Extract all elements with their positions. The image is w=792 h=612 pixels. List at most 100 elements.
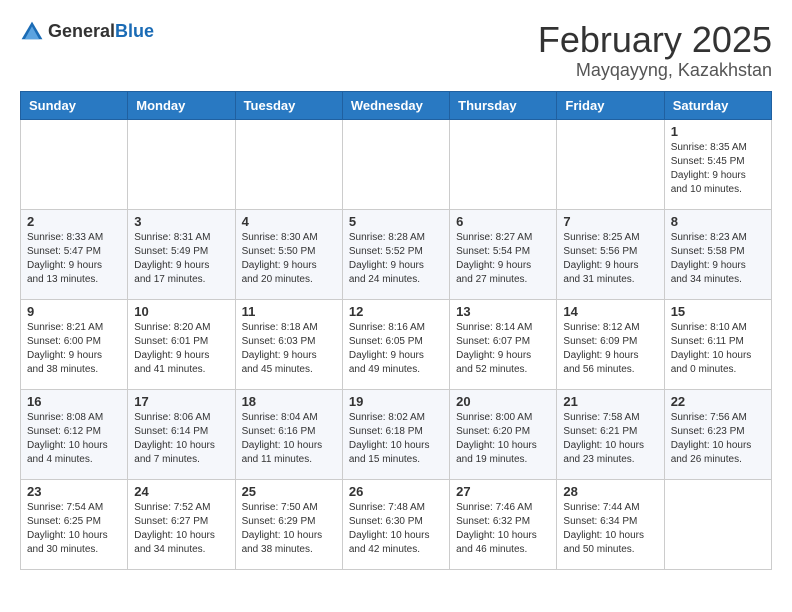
calendar-cell: 22 Sunrise: 7:56 AM Sunset: 6:23 PM Dayli… <box>664 389 771 479</box>
day-number: 25 <box>242 484 336 499</box>
calendar-cell: 26Sunrise: 7:48 AM Sunset: 6:30 PM Dayli… <box>342 479 449 569</box>
day-number: 28 <box>563 484 657 499</box>
calendar-cell: 9Sunrise: 8:21 AM Sunset: 6:00 PM Daylig… <box>21 299 128 389</box>
day-info: Sunrise: 8:21 AM Sunset: 6:00 PM Dayligh… <box>27 321 121 377</box>
page-header: GeneralBlue February 2025 Mayqayyng, Kaz… <box>20 20 772 81</box>
day-info: Sunrise: 7:58 AM Sunset: 6:21 PM Dayligh… <box>563 411 657 467</box>
day-info: Sunrise: 8:00 AM Sunset: 6:20 PM Dayligh… <box>456 411 550 467</box>
day-info: Sunrise: 7:50 AM Sunset: 6:29 PM Dayligh… <box>242 501 336 557</box>
calendar-cell: 11 Sunrise: 8:18 AM Sunset: 6:03 PM Dayli… <box>235 299 342 389</box>
day-number: 22 <box>671 394 765 409</box>
calendar-cell: 8 Sunrise: 8:23 AM Sunset: 5:58 PM Daylig… <box>664 209 771 299</box>
weekday-header-thursday: Thursday <box>450 91 557 119</box>
day-info: Sunrise: 8:10 AM Sunset: 6:11 PM Dayligh… <box>671 321 765 377</box>
day-number: 6 <box>456 214 550 229</box>
calendar-week-2: 2 Sunrise: 8:33 AM Sunset: 5:47 PM Daylig… <box>21 209 772 299</box>
logo-blue: Blue <box>115 21 154 41</box>
day-info: Sunrise: 8:31 AM Sunset: 5:49 PM Dayligh… <box>134 231 228 287</box>
calendar-cell: 1 Sunrise: 8:35 AM Sunset: 5:45 PM Daylig… <box>664 119 771 209</box>
calendar-cell: 18Sunrise: 8:04 AM Sunset: 6:16 PM Dayli… <box>235 389 342 479</box>
day-number: 23 <box>27 484 121 499</box>
day-number: 3 <box>134 214 228 229</box>
calendar-cell <box>450 119 557 209</box>
day-info: Sunrise: 7:46 AM Sunset: 6:32 PM Dayligh… <box>456 501 550 557</box>
calendar-cell: 4 Sunrise: 8:30 AM Sunset: 5:50 PM Daylig… <box>235 209 342 299</box>
calendar-cell <box>128 119 235 209</box>
calendar-cell: 13Sunrise: 8:14 AM Sunset: 6:07 PM Dayli… <box>450 299 557 389</box>
calendar-cell: 23 Sunrise: 7:54 AM Sunset: 6:25 PM Dayli… <box>21 479 128 569</box>
calendar-cell: 3 Sunrise: 8:31 AM Sunset: 5:49 PM Daylig… <box>128 209 235 299</box>
day-info: Sunrise: 8:04 AM Sunset: 6:16 PM Dayligh… <box>242 411 336 467</box>
day-number: 10 <box>134 304 228 319</box>
calendar-cell: 19Sunrise: 8:02 AM Sunset: 6:18 PM Dayli… <box>342 389 449 479</box>
day-info: Sunrise: 8:02 AM Sunset: 6:18 PM Dayligh… <box>349 411 443 467</box>
day-number: 26 <box>349 484 443 499</box>
weekday-header-saturday: Saturday <box>664 91 771 119</box>
day-number: 5 <box>349 214 443 229</box>
calendar-cell: 12Sunrise: 8:16 AM Sunset: 6:05 PM Dayli… <box>342 299 449 389</box>
day-info: Sunrise: 8:28 AM Sunset: 5:52 PM Dayligh… <box>349 231 443 287</box>
day-number: 1 <box>671 124 765 139</box>
calendar-cell: 17Sunrise: 8:06 AM Sunset: 6:14 PM Dayli… <box>128 389 235 479</box>
day-number: 27 <box>456 484 550 499</box>
day-number: 2 <box>27 214 121 229</box>
logo-icon <box>20 20 44 44</box>
logo-general: General <box>48 21 115 41</box>
calendar-cell: 24 Sunrise: 7:52 AM Sunset: 6:27 PM Dayli… <box>128 479 235 569</box>
day-info: Sunrise: 8:06 AM Sunset: 6:14 PM Dayligh… <box>134 411 228 467</box>
day-info: Sunrise: 8:33 AM Sunset: 5:47 PM Dayligh… <box>27 231 121 287</box>
location-title: Mayqayyng, Kazakhstan <box>538 60 772 81</box>
calendar-cell <box>557 119 664 209</box>
day-info: Sunrise: 7:44 AM Sunset: 6:34 PM Dayligh… <box>563 501 657 557</box>
day-number: 21 <box>563 394 657 409</box>
logo: GeneralBlue <box>20 20 154 44</box>
day-info: Sunrise: 8:30 AM Sunset: 5:50 PM Dayligh… <box>242 231 336 287</box>
day-info: Sunrise: 8:12 AM Sunset: 6:09 PM Dayligh… <box>563 321 657 377</box>
day-number: 8 <box>671 214 765 229</box>
title-block: February 2025 Mayqayyng, Kazakhstan <box>538 20 772 81</box>
calendar-cell: 27 Sunrise: 7:46 AM Sunset: 6:32 PM Dayli… <box>450 479 557 569</box>
calendar-cell: 25 Sunrise: 7:50 AM Sunset: 6:29 PM Dayli… <box>235 479 342 569</box>
day-info: Sunrise: 7:56 AM Sunset: 6:23 PM Dayligh… <box>671 411 765 467</box>
calendar-cell <box>235 119 342 209</box>
day-info: Sunrise: 8:18 AM Sunset: 6:03 PM Dayligh… <box>242 321 336 377</box>
calendar-cell: 16 Sunrise: 8:08 AM Sunset: 6:12 PM Dayli… <box>21 389 128 479</box>
month-title: February 2025 <box>538 20 772 60</box>
calendar-cell: 10Sunrise: 8:20 AM Sunset: 6:01 PM Dayli… <box>128 299 235 389</box>
day-number: 4 <box>242 214 336 229</box>
day-info: Sunrise: 8:25 AM Sunset: 5:56 PM Dayligh… <box>563 231 657 287</box>
day-info: Sunrise: 8:27 AM Sunset: 5:54 PM Dayligh… <box>456 231 550 287</box>
calendar-cell: 6 Sunrise: 8:27 AM Sunset: 5:54 PM Daylig… <box>450 209 557 299</box>
calendar-cell: 7 Sunrise: 8:25 AM Sunset: 5:56 PM Daylig… <box>557 209 664 299</box>
day-number: 12 <box>349 304 443 319</box>
weekday-header-monday: Monday <box>128 91 235 119</box>
calendar-week-1: 1 Sunrise: 8:35 AM Sunset: 5:45 PM Daylig… <box>21 119 772 209</box>
day-info: Sunrise: 7:54 AM Sunset: 6:25 PM Dayligh… <box>27 501 121 557</box>
weekday-header-tuesday: Tuesday <box>235 91 342 119</box>
calendar-cell: 5 Sunrise: 8:28 AM Sunset: 5:52 PM Daylig… <box>342 209 449 299</box>
calendar-table: SundayMondayTuesdayWednesdayThursdayFrid… <box>20 91 772 570</box>
day-info: Sunrise: 8:14 AM Sunset: 6:07 PM Dayligh… <box>456 321 550 377</box>
day-number: 20 <box>456 394 550 409</box>
weekday-header-friday: Friday <box>557 91 664 119</box>
weekday-header-sunday: Sunday <box>21 91 128 119</box>
calendar-cell <box>664 479 771 569</box>
day-info: Sunrise: 8:35 AM Sunset: 5:45 PM Dayligh… <box>671 141 765 197</box>
day-info: Sunrise: 8:23 AM Sunset: 5:58 PM Dayligh… <box>671 231 765 287</box>
day-number: 14 <box>563 304 657 319</box>
day-number: 7 <box>563 214 657 229</box>
calendar-cell: 28 Sunrise: 7:44 AM Sunset: 6:34 PM Dayli… <box>557 479 664 569</box>
day-number: 15 <box>671 304 765 319</box>
calendar-cell <box>342 119 449 209</box>
calendar-cell: 2 Sunrise: 8:33 AM Sunset: 5:47 PM Daylig… <box>21 209 128 299</box>
calendar-cell: 20 Sunrise: 8:00 AM Sunset: 6:20 PM Dayli… <box>450 389 557 479</box>
calendar-week-4: 16 Sunrise: 8:08 AM Sunset: 6:12 PM Dayli… <box>21 389 772 479</box>
day-info: Sunrise: 7:52 AM Sunset: 6:27 PM Dayligh… <box>134 501 228 557</box>
day-number: 11 <box>242 304 336 319</box>
day-number: 16 <box>27 394 121 409</box>
day-info: Sunrise: 8:08 AM Sunset: 6:12 PM Dayligh… <box>27 411 121 467</box>
weekday-header-row: SundayMondayTuesdayWednesdayThursdayFrid… <box>21 91 772 119</box>
day-number: 24 <box>134 484 228 499</box>
calendar-cell <box>21 119 128 209</box>
calendar-cell: 14 Sunrise: 8:12 AM Sunset: 6:09 PM Dayli… <box>557 299 664 389</box>
